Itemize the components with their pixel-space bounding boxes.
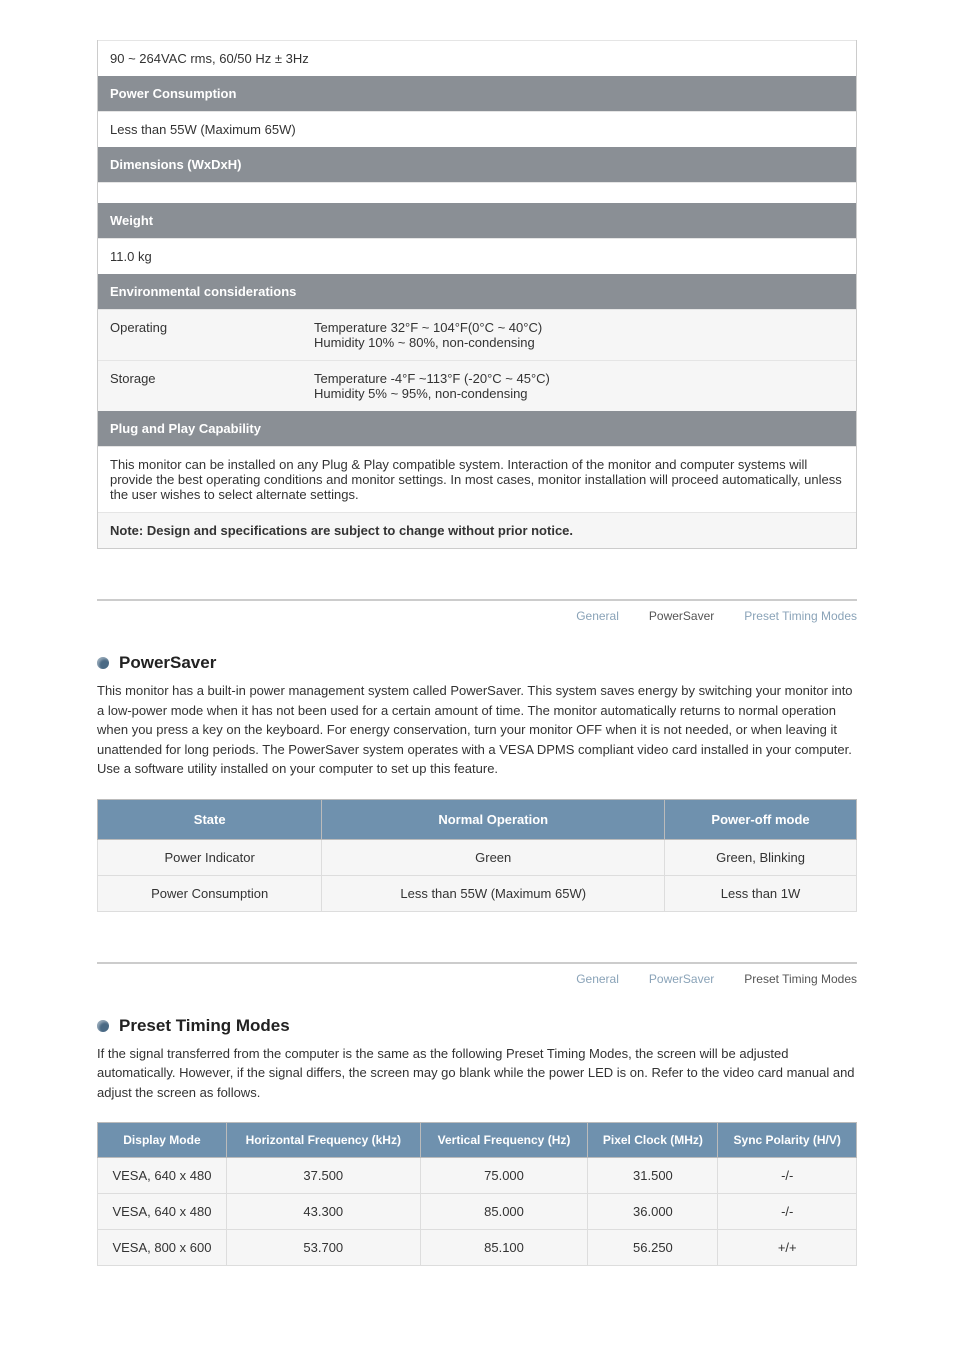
- powersaver-section-head: PowerSaver: [97, 653, 857, 673]
- ps-cell: Green: [322, 839, 665, 875]
- powersaver-body: This monitor has a built-in power manage…: [97, 681, 857, 779]
- tab-powersaver[interactable]: PowerSaver: [649, 609, 714, 623]
- env-operating-label: Operating: [98, 309, 302, 360]
- tm-cell: VESA, 640 x 480: [98, 1158, 227, 1194]
- tm-cell: 75.000: [420, 1158, 588, 1194]
- tm-cell: 85.000: [420, 1194, 588, 1230]
- table-row: Power Consumption Less than 55W (Maximum…: [98, 875, 857, 911]
- tab-general[interactable]: General: [576, 972, 619, 986]
- table-row: Power Indicator Green Green, Blinking: [98, 839, 857, 875]
- table-row: VESA, 640 x 480 43.300 85.000 36.000 -/-: [98, 1194, 857, 1230]
- env-operating-value: Temperature 32°F ~ 104°F(0°C ~ 40°C) Hum…: [302, 309, 856, 360]
- tm-header-clock: Pixel Clock (MHz): [588, 1123, 718, 1158]
- tm-cell: 36.000: [588, 1194, 718, 1230]
- timing-title: Preset Timing Modes: [119, 1016, 290, 1036]
- ps-cell: Power Indicator: [98, 839, 322, 875]
- timing-body: If the signal transferred from the compu…: [97, 1044, 857, 1103]
- weight-header: Weight: [98, 203, 856, 238]
- specs-note: Note: Design and specifications are subj…: [98, 512, 856, 548]
- power-consumption-header: Power Consumption: [98, 76, 856, 111]
- pnp-body: This monitor can be installed on any Plu…: [98, 446, 856, 512]
- tm-cell: -/-: [718, 1158, 857, 1194]
- powersaver-title: PowerSaver: [119, 653, 216, 673]
- env-storage-temp: Temperature -4°F ~113°F (-20°C ~ 45°C): [314, 371, 550, 386]
- tm-cell: 43.300: [226, 1194, 420, 1230]
- timing-table: Display Mode Horizontal Frequency (kHz) …: [97, 1122, 857, 1266]
- powersaver-table: State Normal Operation Power-off mode Po…: [97, 799, 857, 912]
- ps-cell: Green, Blinking: [665, 839, 857, 875]
- tm-cell: 53.700: [226, 1230, 420, 1266]
- tab-preset-timing[interactable]: Preset Timing Modes: [744, 972, 857, 986]
- env-operating-temp: Temperature 32°F ~ 104°F(0°C ~ 40°C): [314, 320, 542, 335]
- tm-cell: +/+: [718, 1230, 857, 1266]
- power-consumption-value: Less than 55W (Maximum 65W): [98, 111, 856, 147]
- tab-general[interactable]: General: [576, 609, 619, 623]
- timing-section-head: Preset Timing Modes: [97, 1016, 857, 1036]
- tm-cell: 85.100: [420, 1230, 588, 1266]
- tm-cell: 56.250: [588, 1230, 718, 1266]
- pnp-header: Plug and Play Capability: [98, 411, 856, 446]
- bullet-icon: [97, 657, 109, 669]
- env-storage-label: Storage: [98, 360, 302, 411]
- ps-cell: Less than 55W (Maximum 65W): [322, 875, 665, 911]
- dimensions-header: Dimensions (WxDxH): [98, 147, 856, 182]
- tm-cell: VESA, 640 x 480: [98, 1194, 227, 1230]
- table-row: VESA, 640 x 480 37.500 75.000 31.500 -/-: [98, 1158, 857, 1194]
- tab-preset-timing[interactable]: Preset Timing Modes: [744, 609, 857, 623]
- tabs-first: General PowerSaver Preset Timing Modes: [97, 599, 857, 623]
- ps-header-off: Power-off mode: [665, 799, 857, 839]
- tm-header-mode: Display Mode: [98, 1123, 227, 1158]
- input-signal: 90 ~ 264VAC rms, 60/50 Hz ± 3Hz: [98, 40, 856, 76]
- tm-header-sync: Sync Polarity (H/V): [718, 1123, 857, 1158]
- ps-header-normal: Normal Operation: [322, 799, 665, 839]
- specs-table: 90 ~ 264VAC rms, 60/50 Hz ± 3Hz Power Co…: [97, 40, 857, 549]
- table-row: VESA, 800 x 600 53.700 85.100 56.250 +/+: [98, 1230, 857, 1266]
- environmental-header: Environmental considerations: [98, 274, 856, 309]
- env-storage-humidity: Humidity 5% ~ 95%, non-condensing: [314, 386, 528, 401]
- dimensions-value: [98, 182, 856, 203]
- tm-header-hfreq: Horizontal Frequency (kHz): [226, 1123, 420, 1158]
- tm-cell: 37.500: [226, 1158, 420, 1194]
- env-operating-humidity: Humidity 10% ~ 80%, non-condensing: [314, 335, 535, 350]
- weight-value: 11.0 kg: [98, 238, 856, 274]
- ps-cell: Power Consumption: [98, 875, 322, 911]
- bullet-icon: [97, 1020, 109, 1032]
- tabs-second: General PowerSaver Preset Timing Modes: [97, 962, 857, 986]
- tab-powersaver[interactable]: PowerSaver: [649, 972, 714, 986]
- ps-header-state: State: [98, 799, 322, 839]
- tm-cell: -/-: [718, 1194, 857, 1230]
- tm-cell: 31.500: [588, 1158, 718, 1194]
- env-storage-value: Temperature -4°F ~113°F (-20°C ~ 45°C) H…: [302, 360, 856, 411]
- ps-cell: Less than 1W: [665, 875, 857, 911]
- tm-cell: VESA, 800 x 600: [98, 1230, 227, 1266]
- tm-header-vfreq: Vertical Frequency (Hz): [420, 1123, 588, 1158]
